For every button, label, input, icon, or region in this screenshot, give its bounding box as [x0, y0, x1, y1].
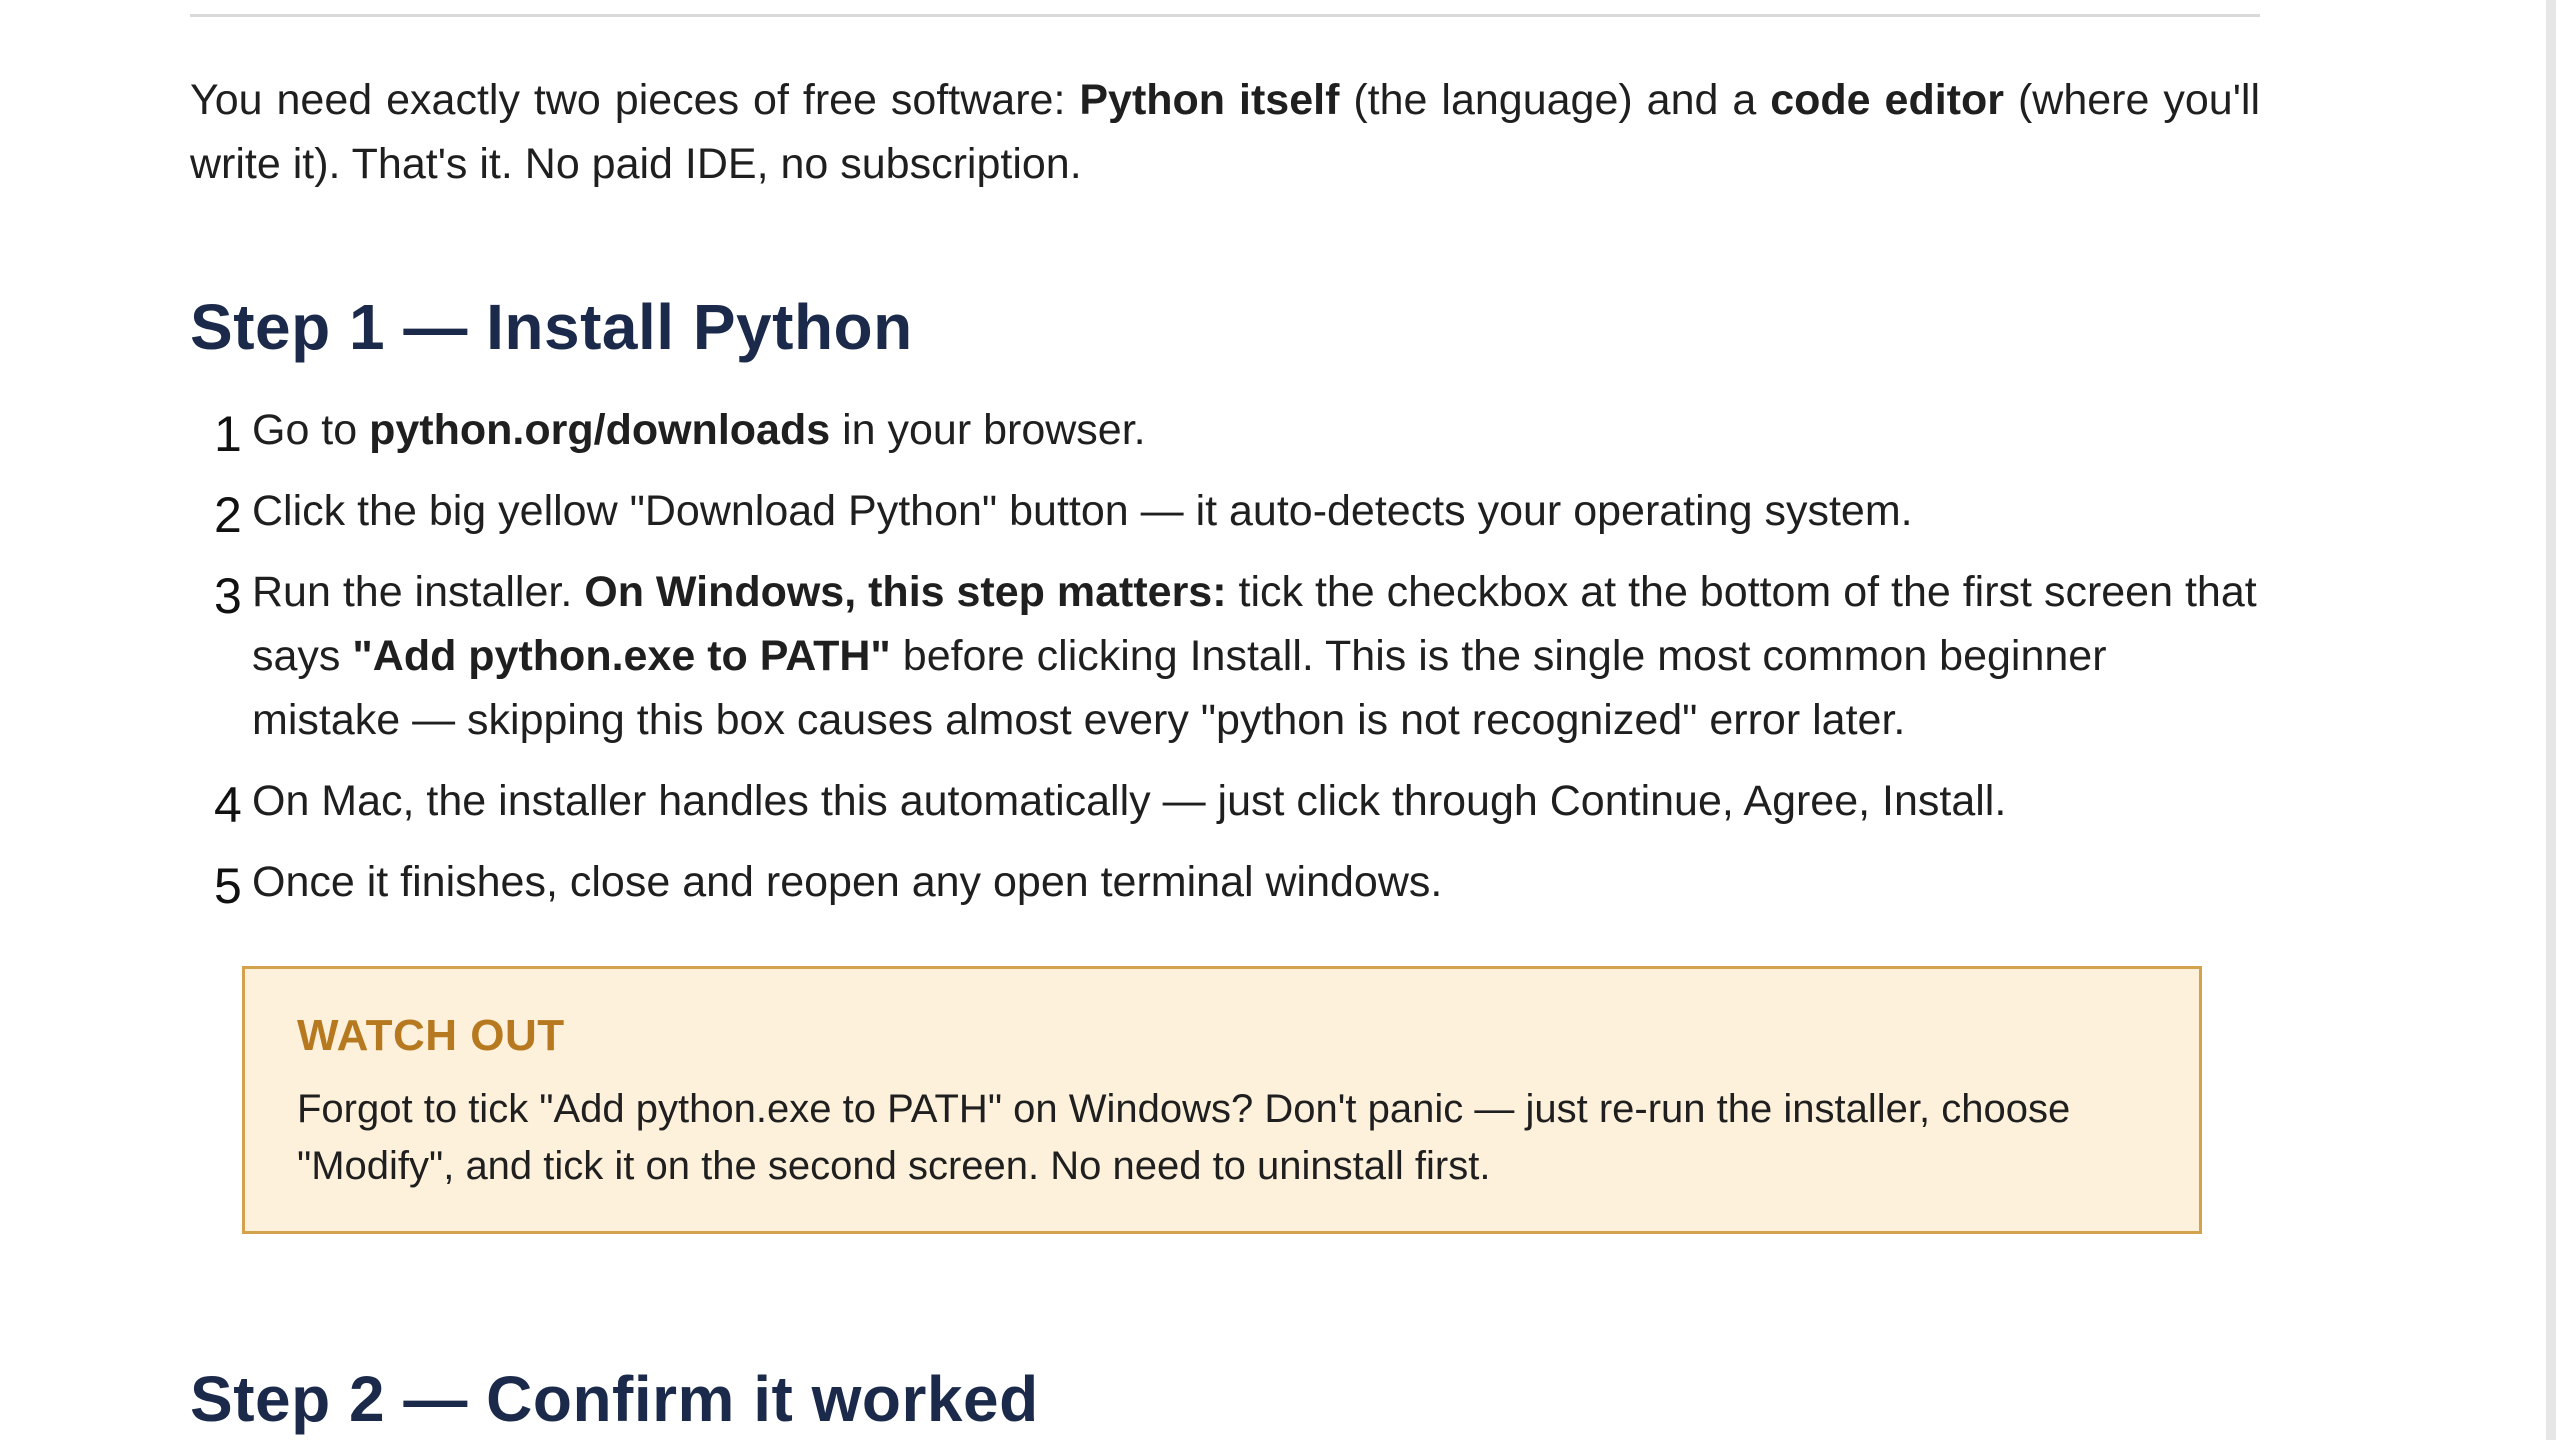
step1-heading: Step 1 — Install Python [190, 291, 913, 363]
step-item-2: 2 Click the big yellow "Download Python"… [190, 479, 2260, 543]
intro-paragraph: You need exactly two pieces of free soft… [190, 76, 2261, 188]
step-item-3: 3 Run the installer. On Windows, this st… [190, 560, 2260, 752]
intro-bold-editor: code editor [1770, 76, 2005, 124]
watch-out-callout: WATCH OUT Forgot to tick "Add python.exe… [242, 966, 2202, 1234]
step-number: 1 [214, 406, 242, 462]
callout-body: Forgot to tick "Add python.exe to PATH" … [297, 1087, 2071, 1188]
step-number: 3 [214, 568, 242, 624]
python-downloads-link-text: python.org/downloads [369, 406, 831, 454]
step-number: 4 [214, 777, 242, 833]
callout-title: WATCH OUT [297, 1011, 565, 1060]
step-number: 2 [214, 487, 242, 543]
intro-bold-python: Python itself [1079, 76, 1340, 124]
step-item-1: 1 Go to python.org/downloads in your bro… [190, 398, 2260, 462]
top-divider [190, 14, 2260, 17]
step-number: 5 [214, 858, 242, 914]
step-item-4: 4 On Mac, the installer handles this aut… [190, 769, 2260, 833]
step-item-5: 5 Once it finishes, close and reopen any… [190, 850, 2260, 914]
scrollbar-thumb[interactable] [2546, 0, 2556, 1440]
step1-list: 1 Go to python.org/downloads in your bro… [190, 398, 2260, 931]
step2-heading: Step 2 — Confirm it worked [190, 1363, 1039, 1435]
